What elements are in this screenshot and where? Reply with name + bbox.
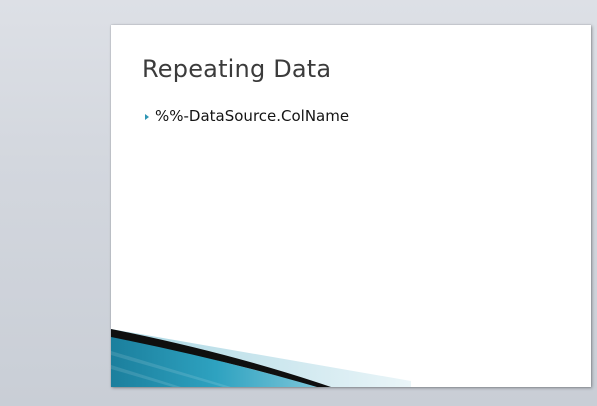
- bullet-text[interactable]: %%-DataSource.ColName: [155, 107, 349, 125]
- slide-footer-swoosh-decoration: [111, 329, 411, 387]
- content-placeholder[interactable]: %%-DataSource.ColName: [145, 107, 349, 125]
- slide-canvas[interactable]: Repeating Data %%-DataSource.ColName: [111, 25, 591, 387]
- slide-title-placeholder[interactable]: Repeating Data: [142, 55, 331, 83]
- slide-editing-pane[interactable]: Repeating Data %%-DataSource.ColName: [0, 0, 597, 406]
- triangle-bullet-icon: [145, 114, 149, 120]
